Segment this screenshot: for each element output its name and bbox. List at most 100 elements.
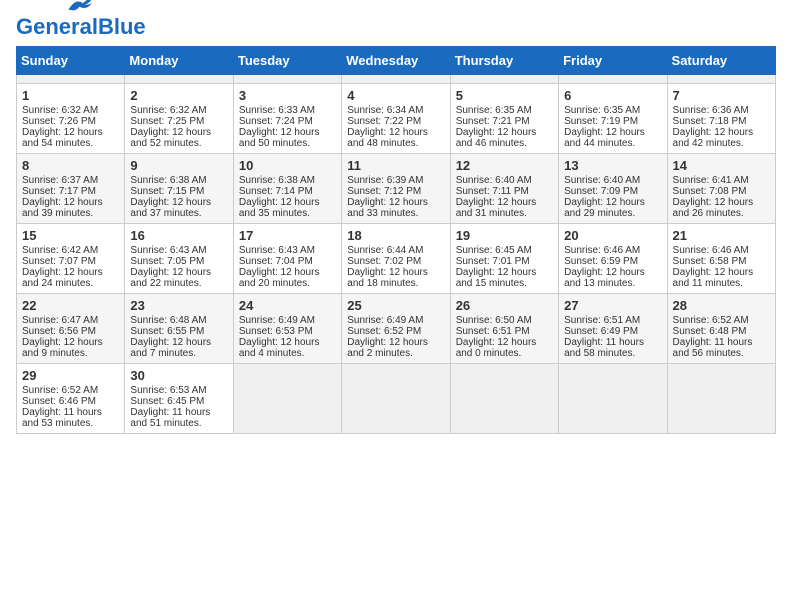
calendar-cell: 18Sunrise: 6:44 AMSunset: 7:02 PMDayligh… [342, 224, 450, 294]
sunrise-label: Sunrise: 6:45 AM [456, 245, 532, 256]
daylight-label: Daylight: 12 hours [239, 337, 320, 348]
column-header-tuesday: Tuesday [233, 47, 341, 75]
calendar-cell: 4Sunrise: 6:34 AMSunset: 7:22 PMDaylight… [342, 84, 450, 154]
day-number: 30 [130, 368, 227, 383]
daylight-minutes: and 52 minutes. [130, 138, 201, 149]
daylight-minutes: and 15 minutes. [456, 278, 527, 289]
daylight-label: Daylight: 12 hours [456, 197, 537, 208]
day-number: 10 [239, 158, 336, 173]
sunrise-label: Sunrise: 6:32 AM [22, 105, 98, 116]
calendar-cell: 20Sunrise: 6:46 AMSunset: 6:59 PMDayligh… [559, 224, 667, 294]
daylight-label: Daylight: 12 hours [22, 337, 103, 348]
sunrise-label: Sunrise: 6:49 AM [239, 315, 315, 326]
daylight-label: Daylight: 12 hours [130, 267, 211, 278]
calendar-cell: 11Sunrise: 6:39 AMSunset: 7:12 PMDayligh… [342, 154, 450, 224]
daylight-label: Daylight: 12 hours [130, 197, 211, 208]
day-number: 14 [673, 158, 770, 173]
daylight-minutes: and 37 minutes. [130, 208, 201, 219]
calendar-cell: 29Sunrise: 6:52 AMSunset: 6:46 PMDayligh… [17, 364, 125, 434]
logo: GeneralBlue [16, 16, 146, 38]
daylight-label: Daylight: 11 hours [673, 337, 753, 348]
daylight-minutes: and 2 minutes. [347, 348, 413, 359]
daylight-minutes: and 58 minutes. [564, 348, 635, 359]
sunrise-label: Sunrise: 6:34 AM [347, 105, 423, 116]
daylight-minutes: and 22 minutes. [130, 278, 201, 289]
sunset-label: Sunset: 7:01 PM [456, 256, 530, 267]
sunrise-label: Sunrise: 6:32 AM [130, 105, 206, 116]
day-number: 21 [673, 228, 770, 243]
daylight-label: Daylight: 11 hours [564, 337, 644, 348]
day-number: 6 [564, 88, 661, 103]
daylight-label: Daylight: 12 hours [22, 267, 103, 278]
sunset-label: Sunset: 6:58 PM [673, 256, 747, 267]
daylight-label: Daylight: 12 hours [673, 197, 754, 208]
daylight-minutes: and 0 minutes. [456, 348, 522, 359]
sunset-label: Sunset: 6:52 PM [347, 326, 421, 337]
calendar-cell: 13Sunrise: 6:40 AMSunset: 7:09 PMDayligh… [559, 154, 667, 224]
calendar-cell [233, 364, 341, 434]
sunset-label: Sunset: 7:11 PM [456, 186, 529, 197]
sunrise-label: Sunrise: 6:43 AM [130, 245, 206, 256]
sunset-label: Sunset: 7:22 PM [347, 116, 421, 127]
day-number: 29 [22, 368, 119, 383]
sunrise-label: Sunrise: 6:51 AM [564, 315, 640, 326]
sunset-label: Sunset: 6:45 PM [130, 396, 204, 407]
sunrise-label: Sunrise: 6:35 AM [564, 105, 640, 116]
calendar-week-row [17, 75, 776, 84]
daylight-minutes: and 42 minutes. [673, 138, 744, 149]
sunrise-label: Sunrise: 6:48 AM [130, 315, 206, 326]
calendar-cell [17, 75, 125, 84]
calendar-week-row: 22Sunrise: 6:47 AMSunset: 6:56 PMDayligh… [17, 294, 776, 364]
sunset-label: Sunset: 7:05 PM [130, 256, 204, 267]
sunrise-label: Sunrise: 6:50 AM [456, 315, 532, 326]
daylight-label: Daylight: 12 hours [347, 127, 428, 138]
sunset-label: Sunset: 6:59 PM [564, 256, 638, 267]
calendar-cell: 22Sunrise: 6:47 AMSunset: 6:56 PMDayligh… [17, 294, 125, 364]
calendar-cell [559, 75, 667, 84]
day-number: 24 [239, 298, 336, 313]
calendar-cell: 17Sunrise: 6:43 AMSunset: 7:04 PMDayligh… [233, 224, 341, 294]
sunrise-label: Sunrise: 6:39 AM [347, 175, 423, 186]
calendar-cell [667, 75, 775, 84]
daylight-minutes: and 26 minutes. [673, 208, 744, 219]
daylight-minutes: and 11 minutes. [673, 278, 743, 289]
calendar-cell: 30Sunrise: 6:53 AMSunset: 6:45 PMDayligh… [125, 364, 233, 434]
calendar-week-row: 1Sunrise: 6:32 AMSunset: 7:26 PMDaylight… [17, 84, 776, 154]
day-number: 18 [347, 228, 444, 243]
daylight-label: Daylight: 12 hours [456, 127, 537, 138]
day-number: 27 [564, 298, 661, 313]
sunset-label: Sunset: 6:53 PM [239, 326, 313, 337]
day-number: 3 [239, 88, 336, 103]
sunset-label: Sunset: 7:04 PM [239, 256, 313, 267]
calendar-cell: 24 Sunrise: 6:49 AMSunset: 6:53 PMDayligh… [233, 294, 341, 364]
daylight-label: Daylight: 12 hours [347, 197, 428, 208]
daylight-minutes: and 39 minutes. [22, 208, 93, 219]
daylight-label: Daylight: 12 hours [130, 127, 211, 138]
calendar-cell: 3Sunrise: 6:33 AMSunset: 7:24 PMDaylight… [233, 84, 341, 154]
daylight-label: Daylight: 12 hours [564, 197, 645, 208]
daylight-minutes: and 29 minutes. [564, 208, 635, 219]
calendar-cell: 15Sunrise: 6:42 AMSunset: 7:07 PMDayligh… [17, 224, 125, 294]
logo-bird-icon [68, 0, 96, 14]
daylight-minutes: and 54 minutes. [22, 138, 93, 149]
daylight-minutes: and 9 minutes. [22, 348, 88, 359]
day-number: 9 [130, 158, 227, 173]
sunset-label: Sunset: 7:18 PM [673, 116, 747, 127]
sunset-label: Sunset: 7:19 PM [564, 116, 638, 127]
day-number: 20 [564, 228, 661, 243]
sunset-label: Sunset: 7:09 PM [564, 186, 638, 197]
daylight-label: Daylight: 12 hours [130, 337, 211, 348]
daylight-label: Daylight: 11 hours [130, 407, 210, 418]
sunrise-label: Sunrise: 6:36 AM [673, 105, 749, 116]
daylight-minutes: and 50 minutes. [239, 138, 310, 149]
page-header: GeneralBlue [16, 16, 776, 38]
daylight-minutes: and 48 minutes. [347, 138, 418, 149]
calendar-cell [450, 364, 558, 434]
column-header-wednesday: Wednesday [342, 47, 450, 75]
day-number: 7 [673, 88, 770, 103]
sunrise-label: Sunrise: 6:52 AM [673, 315, 749, 326]
day-number: 1 [22, 88, 119, 103]
calendar-cell: 16Sunrise: 6:43 AMSunset: 7:05 PMDayligh… [125, 224, 233, 294]
calendar-cell: 23Sunrise: 6:48 AMSunset: 6:55 PMDayligh… [125, 294, 233, 364]
calendar-cell: 7Sunrise: 6:36 AMSunset: 7:18 PMDaylight… [667, 84, 775, 154]
